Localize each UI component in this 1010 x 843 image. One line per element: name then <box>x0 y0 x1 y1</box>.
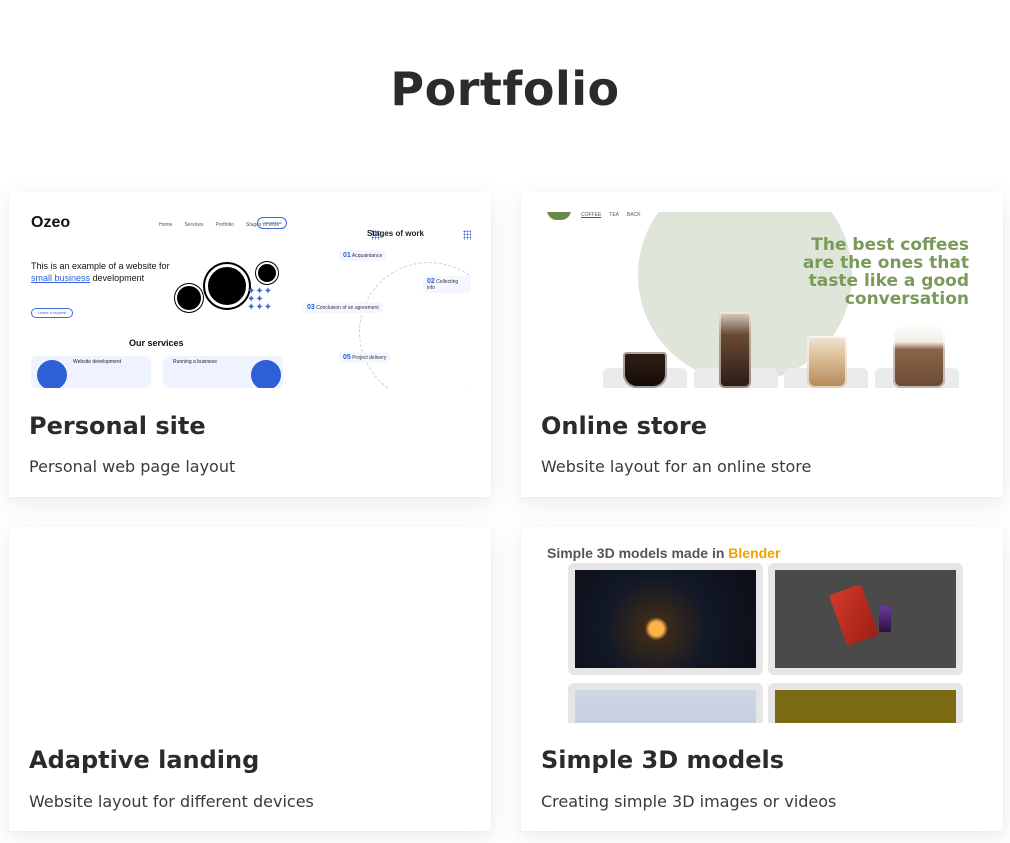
espresso-cup-image <box>623 352 667 388</box>
adaptive-landing-preview <box>29 527 471 723</box>
model-frame <box>568 563 763 675</box>
nav-item: BACK <box>627 212 641 218</box>
services-title: Our services <box>129 338 184 348</box>
mocha-image <box>893 324 945 388</box>
portfolio-card-adaptive-landing[interactable]: Adaptive landing Website layout for diff… <box>9 527 491 831</box>
stage-step: 02 Collecting info <box>423 276 471 293</box>
nav-item: Services <box>184 222 204 228</box>
card-title: Adaptive landing <box>29 746 260 774</box>
nav-item: Home <box>159 222 173 228</box>
personal-site-headline: This is an example of a website for smal… <box>31 260 181 284</box>
model-frame <box>768 683 963 723</box>
stage-step: 03 Conclusion of an agreement <box>303 302 383 313</box>
house-render-image <box>575 570 756 668</box>
decor-circle-large <box>205 264 249 308</box>
model-frame <box>568 683 763 723</box>
store-nav: COFFEE TEA BACK <box>581 212 641 218</box>
service-icon <box>37 360 67 388</box>
store-tagline: The best coffees are the ones that taste… <box>802 235 969 309</box>
contact-button: Contact us <box>257 217 287 229</box>
card-description: Creating simple 3D images or videos <box>541 792 837 811</box>
store-logo-icon <box>547 212 571 220</box>
card-title: Personal site <box>29 412 206 440</box>
3d-models-heading: Simple 3D models made in Blender <box>547 545 780 561</box>
decor-circle-tiny <box>258 264 276 282</box>
stage-step: 01 Acquaintance <box>339 250 387 261</box>
chips-render-image <box>775 570 956 668</box>
card-description: Website layout for an online store <box>541 457 812 476</box>
chocolate-render-image <box>575 690 756 723</box>
heading-prefix: Simple 3D models made in <box>547 545 725 561</box>
portfolio-card-online-store[interactable]: COFFEE TEA BACK The best coffees are the… <box>521 192 1003 497</box>
service-icon <box>251 360 281 388</box>
portfolio-card-personal-site[interactable]: Ozeo Home Services Portfolio Stages of w… <box>9 192 491 497</box>
leave-request-button: Leave a request <box>31 308 73 318</box>
grid-icon <box>463 230 471 240</box>
card-description: Personal web page layout <box>29 457 236 476</box>
headline-suffix: development <box>92 273 145 283</box>
portfolio-card-3d-models[interactable]: Simple 3D models made in Blender Simple … <box>521 527 1003 831</box>
stages-title: Stages of work <box>367 229 424 238</box>
heading-highlight: Blender <box>728 545 781 561</box>
nav-item: Portfolio <box>215 222 234 228</box>
decor-circle-small <box>177 286 201 310</box>
model-frame <box>768 563 963 675</box>
vase-render-image <box>775 690 956 723</box>
personal-site-preview: Ozeo Home Services Portfolio Stages of w… <box>29 212 471 388</box>
headline-highlight: small business <box>31 273 91 283</box>
nav-item: TEA <box>609 212 620 218</box>
stage-step: 05 Project delivery <box>339 352 391 363</box>
latte-image <box>807 336 847 388</box>
online-store-preview: COFFEE TEA BACK The best coffees are the… <box>541 212 983 388</box>
card-title: Simple 3D models <box>541 746 784 774</box>
sparkle-icon: ✦✦✦ ✦✦ ✦✦✦ <box>247 286 273 313</box>
card-title: Online store <box>541 412 708 440</box>
card-description: Website layout for different devices <box>29 792 314 811</box>
nav-item: COFFEE <box>581 212 602 218</box>
iced-coffee-image <box>719 312 751 388</box>
headline-prefix: This is an example of a website for <box>31 261 170 271</box>
3d-models-preview: Simple 3D models made in Blender <box>541 527 983 723</box>
page-title: Portfolio <box>390 62 620 116</box>
personal-site-logo: Ozeo <box>31 214 71 231</box>
